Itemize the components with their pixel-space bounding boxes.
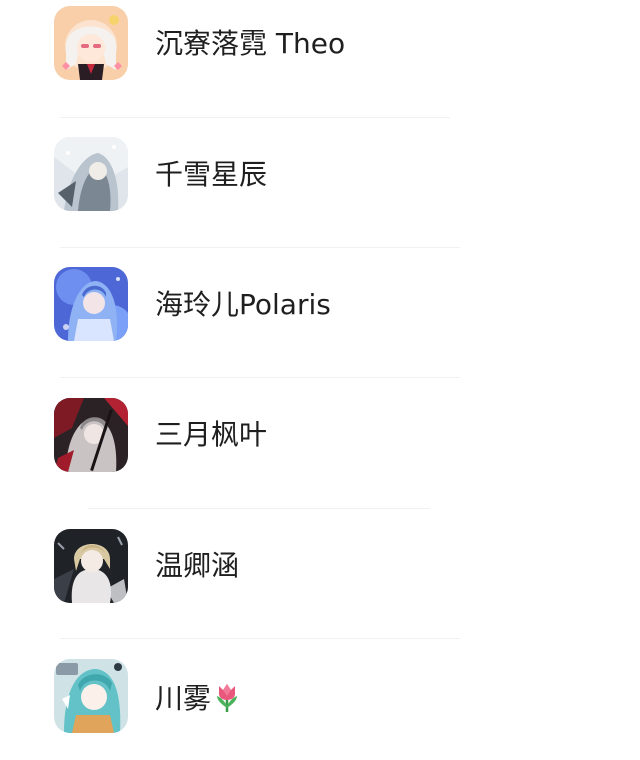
anime-blue-hair-avatar-icon — [54, 267, 128, 341]
row-divider — [60, 377, 460, 378]
contact-name: 川雾 — [155, 682, 241, 713]
contact-name: 海玲儿Polaris — [155, 288, 331, 321]
contact-avatar[interactable] — [54, 267, 128, 341]
tulip-icon — [217, 684, 238, 712]
anime-teal-hair-avatar-icon — [54, 659, 128, 733]
anime-dark-red-avatar-icon — [54, 398, 128, 472]
contact-row[interactable]: 沉寮落霓 Theo — [0, 0, 640, 110]
contact-row[interactable]: 温卿涵 — [0, 520, 640, 630]
contact-name: 沉寮落霓 Theo — [155, 27, 346, 60]
anime-white-snow-avatar-icon — [54, 137, 128, 211]
contact-row[interactable]: 川雾 — [0, 650, 640, 760]
contact-avatar[interactable] — [54, 6, 128, 80]
contact-name-text: 川雾 — [155, 682, 212, 715]
row-divider — [60, 638, 460, 639]
contact-name: 温卿涵 — [155, 549, 240, 582]
anime-blonde-boy-avatar-icon — [54, 529, 128, 603]
row-divider — [88, 508, 430, 509]
contact-name: 三月枫叶 — [155, 418, 268, 451]
contact-avatar[interactable] — [54, 398, 128, 472]
contact-name: 千雪星辰 — [155, 158, 268, 191]
contact-avatar[interactable] — [54, 137, 128, 211]
row-divider — [60, 247, 460, 248]
contact-row[interactable]: 海玲儿Polaris — [0, 260, 640, 370]
contact-avatar[interactable] — [54, 529, 128, 603]
contact-row[interactable]: 千雪星辰 — [0, 130, 640, 240]
contact-row[interactable]: 三月枫叶 — [0, 390, 640, 500]
row-divider — [60, 117, 450, 118]
contact-list: 沉寮落霓 Theo 千雪星辰 海玲儿Polaris 三月枫叶 温卿涵 川雾 — [0, 0, 640, 751]
contact-avatar[interactable] — [54, 659, 128, 733]
anime-girl-white-hair-avatar-icon — [54, 6, 128, 80]
